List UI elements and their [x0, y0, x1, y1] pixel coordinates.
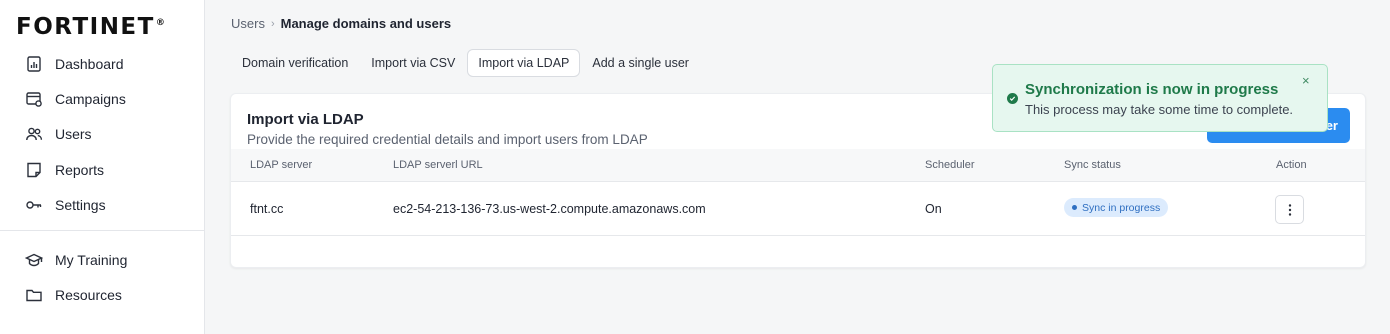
sidebar-item-resources[interactable]: Resources [25, 283, 122, 307]
sync-toast-notification: Synchronization is now in progress This … [992, 64, 1328, 132]
users-icon [26, 127, 43, 141]
breadcrumb: Users › Manage domains and users [231, 16, 451, 31]
breadcrumb-separator: › [270, 17, 275, 30]
close-icon[interactable]: × [1302, 74, 1310, 88]
sidebar-item-settings[interactable]: Settings [25, 193, 106, 217]
tab-import-via-csv[interactable]: Import via CSV [360, 49, 466, 77]
reports-icon [27, 162, 41, 178]
breadcrumb-current: Manage domains and users [280, 16, 452, 31]
table-header: LDAP server LDAP serverl URL Scheduler S… [231, 149, 1365, 182]
tab-import-via-ldap[interactable]: Import via LDAP [467, 49, 581, 77]
registered-mark: ® [155, 18, 165, 29]
column-header-ldap-url: LDAP serverl URL [393, 159, 483, 171]
sidebar-item-users[interactable]: Users [25, 122, 92, 146]
sidebar-item-label: My Training [55, 252, 128, 268]
cell-scheduler: On [925, 202, 942, 216]
dashboard-icon [27, 56, 41, 72]
logo-text: FORTINET [16, 14, 155, 40]
sidebar-item-label: Reports [55, 162, 105, 178]
toast-title: Synchronization is now in progress [1025, 81, 1279, 98]
column-header-ldap-server: LDAP server [250, 159, 313, 171]
graduation-cap-icon [25, 253, 43, 267]
status-dot-icon [1072, 205, 1077, 210]
sidebar: FORTINET® Dashboard Campaigns Users Repo… [0, 0, 205, 334]
sidebar-item-label: Campaigns [55, 91, 126, 107]
tab-bar: Domain verification Import via CSV Impor… [231, 48, 701, 78]
folder-icon [26, 289, 42, 302]
sidebar-item-label: Settings [55, 197, 106, 213]
settings-key-icon [26, 201, 42, 209]
sidebar-item-label: Users [55, 126, 92, 142]
column-header-scheduler: Scheduler [925, 159, 975, 171]
fortinet-logo[interactable]: FORTINET® [16, 14, 165, 40]
card-subtitle: Provide the required credential details … [247, 132, 648, 147]
card-title: Import via LDAP [247, 111, 364, 128]
toast-message: This process may take some time to compl… [1025, 102, 1294, 117]
sidebar-divider [0, 230, 204, 231]
campaigns-icon [26, 92, 42, 107]
sidebar-item-label: Dashboard [55, 56, 124, 72]
row-actions-button[interactable] [1275, 195, 1304, 224]
table-row: ftnt.cc ec2-54-213-136-73.us-west-2.comp… [231, 182, 1365, 236]
sidebar-item-my-training[interactable]: My Training [25, 248, 127, 272]
sidebar-item-dashboard[interactable]: Dashboard [25, 52, 124, 76]
cell-ldap-url: ec2-54-213-136-73.us-west-2.compute.amaz… [393, 202, 706, 216]
success-check-icon [1007, 93, 1018, 104]
breadcrumb-users-link[interactable]: Users [231, 16, 265, 31]
sidebar-item-reports[interactable]: Reports [25, 158, 104, 182]
sync-status-text: Sync in progress [1082, 201, 1161, 214]
column-header-action: Action [1276, 159, 1307, 171]
tab-domain-verification[interactable]: Domain verification [231, 49, 359, 77]
tab-add-single-user[interactable]: Add a single user [581, 49, 700, 77]
sidebar-item-campaigns[interactable]: Campaigns [25, 87, 126, 111]
sidebar-item-label: Resources [55, 287, 122, 303]
sync-status-badge: Sync in progress [1064, 198, 1169, 217]
cell-ldap-server: ftnt.cc [250, 202, 284, 216]
more-vertical-icon [1288, 203, 1291, 216]
column-header-sync-status: Sync status [1064, 159, 1121, 171]
